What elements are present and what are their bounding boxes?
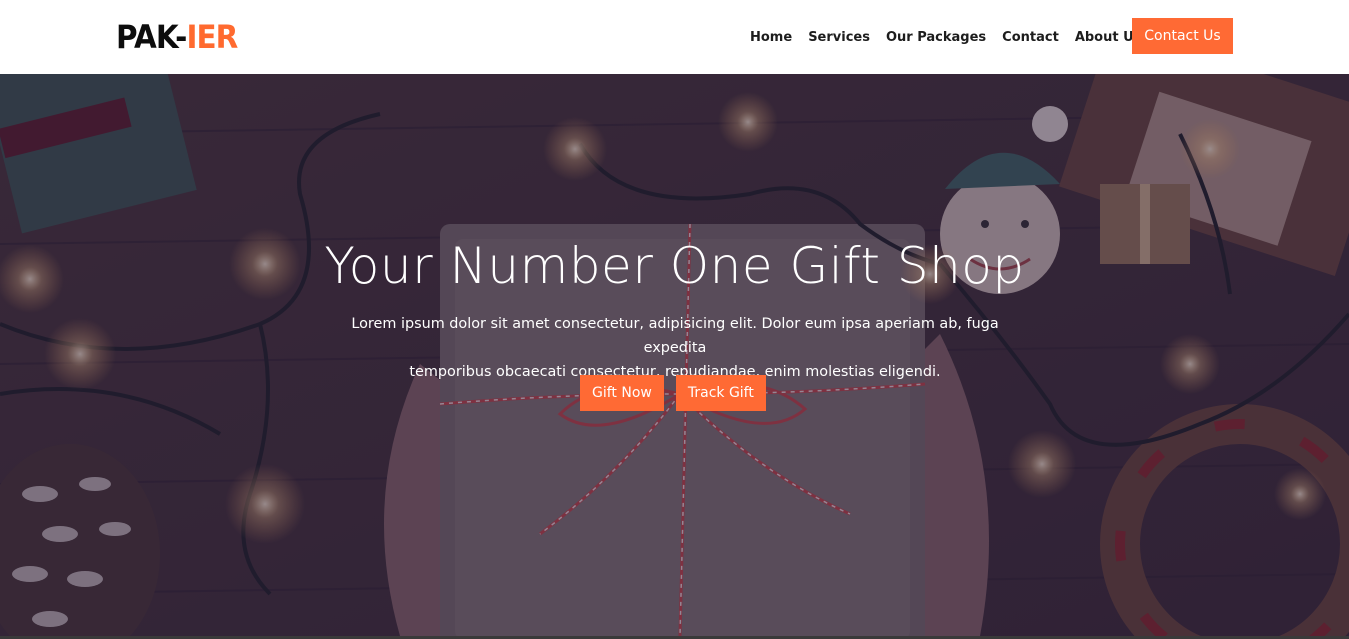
track-gift-button[interactable]: Track Gift xyxy=(675,375,766,411)
contact-us-button[interactable]: Contact Us xyxy=(1132,18,1233,54)
hero-button-group: Gift Now Track Gift xyxy=(580,375,766,411)
site-logo[interactable]: PAK-IER xyxy=(116,18,238,56)
hero-description-line-1: Lorem ipsum dolor sit amet consectetur, … xyxy=(351,316,999,356)
main-nav: Home Services Our Packages Contact About… xyxy=(750,26,1141,48)
nav-link-home[interactable]: Home xyxy=(750,30,792,45)
nav-link-contact[interactable]: Contact xyxy=(1002,30,1059,45)
logo-text-dark: PAK- xyxy=(116,18,187,56)
site-header: PAK-IER Home Services Our Packages Conta… xyxy=(0,0,1349,74)
gift-now-button[interactable]: Gift Now xyxy=(580,375,664,411)
hero-title: Your Number One Gift Shop xyxy=(324,237,1025,295)
logo-text-accent: IER xyxy=(186,18,238,56)
nav-link-packages[interactable]: Our Packages xyxy=(886,30,986,45)
hero-description: Lorem ipsum dolor sit amet consectetur, … xyxy=(320,312,1030,384)
nav-link-services[interactable]: Services xyxy=(808,30,870,45)
